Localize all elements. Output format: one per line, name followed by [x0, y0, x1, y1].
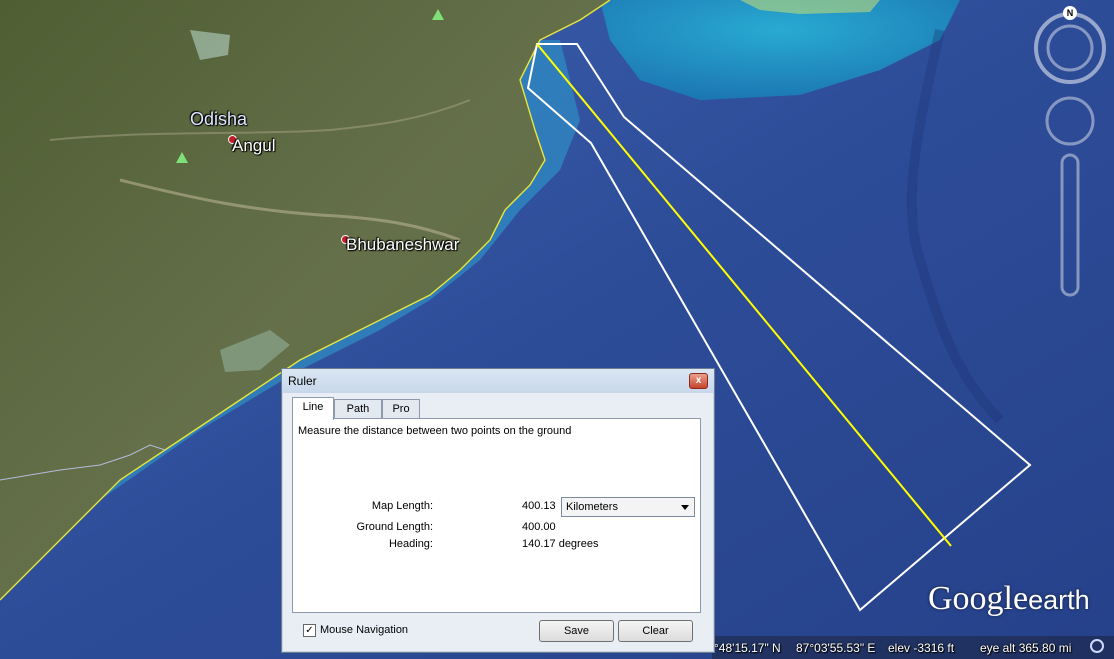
map-length-value: 400.13 [522, 500, 556, 512]
chevron-down-icon [681, 505, 689, 510]
ruler-description: Measure the distance between two points … [298, 425, 572, 437]
google-earth-logo: Googleearth [928, 580, 1090, 618]
unit-selected: Kilometers [566, 501, 618, 513]
status-longitude: 87°03'55.53" E [796, 641, 876, 655]
ruler-dialog: Ruler x Line Path Pro Measure the distan… [281, 368, 715, 653]
park-icon [432, 9, 444, 20]
dialog-titlebar[interactable]: Ruler x [282, 369, 714, 393]
unit-dropdown[interactable]: Kilometers [561, 497, 695, 517]
mouse-navigation-checkbox[interactable]: ✓ [303, 624, 316, 637]
label-angul: Angul [232, 136, 276, 155]
map-length-label: Map Length: [371, 500, 433, 512]
close-icon[interactable]: x [689, 373, 708, 389]
tab-line[interactable]: Line [292, 397, 334, 420]
heading-value: 140.17 degrees [522, 538, 599, 550]
dialog-title: Ruler [288, 374, 317, 388]
label-bhubaneshwar: Bhubaneshwar [346, 235, 460, 254]
save-button[interactable]: Save [539, 620, 614, 642]
clear-button[interactable]: Clear [618, 620, 693, 642]
tab-path[interactable]: Path [334, 399, 382, 418]
ground-length-label: Ground Length: [356, 521, 433, 533]
status-elevation: elev -3316 ft [888, 641, 955, 655]
mouse-navigation-label: Mouse Navigation [320, 624, 409, 636]
logo-google: Google [928, 580, 1029, 617]
status-latitude: °48'15.17" N [714, 641, 781, 655]
tab-pro[interactable]: Pro [382, 399, 420, 418]
label-odisha: Odisha [190, 109, 248, 129]
line-tab-panel: Measure the distance between two points … [292, 418, 701, 613]
status-eye-alt: eye alt 365.80 mi [980, 641, 1072, 655]
status-bar: °48'15.17" N 87°03'55.53" E elev -3316 f… [712, 637, 1114, 659]
park-icon [176, 152, 188, 163]
heading-label: Heading: [388, 538, 433, 550]
north-indicator[interactable]: N [1063, 6, 1077, 20]
logo-earth: earth [1028, 585, 1090, 615]
ground-length-value: 400.00 [522, 521, 556, 533]
